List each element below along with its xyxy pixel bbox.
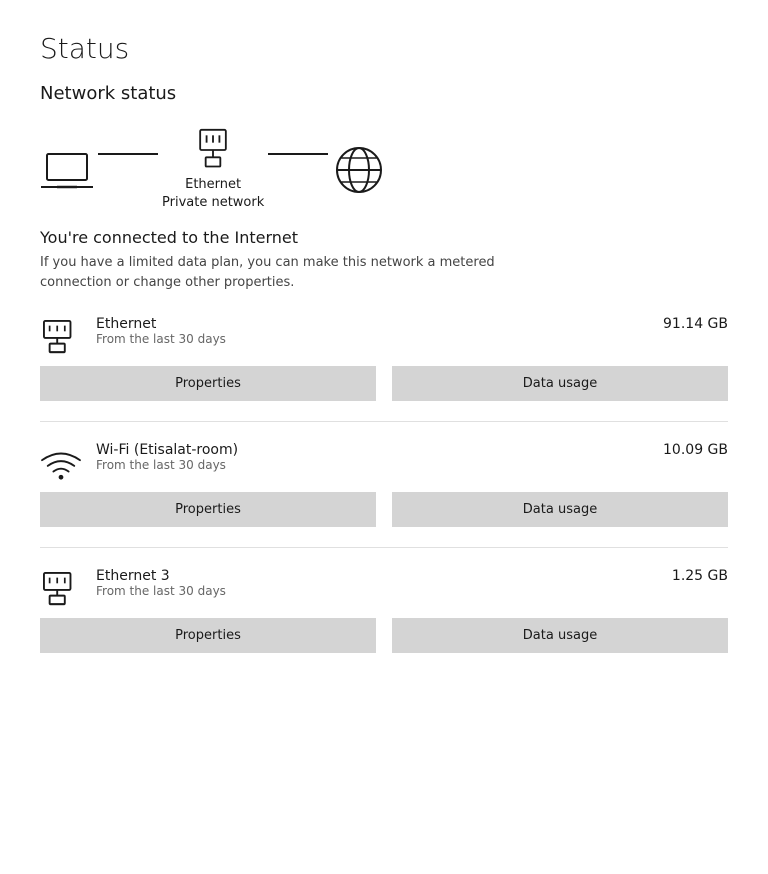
button-row: Properties Data usage <box>40 618 728 653</box>
network-text: Ethernet From the last 30 days <box>96 316 226 346</box>
ethernet-icon-container: Ethernet Private network <box>162 128 264 212</box>
network-sub: From the last 30 days <box>96 332 226 346</box>
connection-description: If you have a limited data plan, you can… <box>40 253 540 292</box>
ethernet-icon <box>186 128 240 172</box>
button-row: Properties Data usage <box>40 366 728 401</box>
globe-icon <box>332 148 386 192</box>
ethernet-icon <box>40 570 82 608</box>
network-item: Ethernet 3 From the last 30 days 1.25 GB… <box>40 568 728 653</box>
network-data-usage-value: 91.14 GB <box>663 316 728 332</box>
laptop-icon <box>40 148 94 192</box>
network-item: Ethernet From the last 30 days 91.14 GB … <box>40 316 728 401</box>
properties-button[interactable]: Properties <box>40 618 376 653</box>
network-text: Ethernet 3 From the last 30 days <box>96 568 226 598</box>
divider <box>40 547 728 548</box>
network-name: Ethernet 3 <box>96 568 226 584</box>
connection-status: You're connected to the Internet <box>40 228 728 247</box>
data-usage-button[interactable]: Data usage <box>392 366 728 401</box>
laptop-icon-container <box>40 148 94 192</box>
data-usage-button[interactable]: Data usage <box>392 618 728 653</box>
ethernet-icon <box>40 318 82 356</box>
divider <box>40 421 728 422</box>
section-title: Network status <box>40 83 728 104</box>
network-name: Wi-Fi (Etisalat-room) <box>96 442 238 458</box>
data-usage-button[interactable]: Data usage <box>392 492 728 527</box>
wifi-icon <box>40 444 82 482</box>
line-2 <box>268 153 328 155</box>
network-text: Wi-Fi (Etisalat-room) From the last 30 d… <box>96 442 238 472</box>
network-data-usage-value: 10.09 GB <box>663 442 728 458</box>
network-sub: From the last 30 days <box>96 458 238 472</box>
network-info-row: Ethernet From the last 30 days 91.14 GB <box>40 316 728 356</box>
network-name: Ethernet <box>96 316 226 332</box>
line-1 <box>98 153 158 155</box>
network-info-row: Ethernet 3 From the last 30 days 1.25 GB <box>40 568 728 608</box>
network-info-row: Wi-Fi (Etisalat-room) From the last 30 d… <box>40 442 728 482</box>
globe-icon-container <box>332 148 386 192</box>
properties-button[interactable]: Properties <box>40 492 376 527</box>
network-diagram: Ethernet Private network <box>40 128 728 212</box>
network-item: Wi-Fi (Etisalat-room) From the last 30 d… <box>40 442 728 527</box>
page-title: Status <box>40 32 728 65</box>
network-info-left: Ethernet 3 From the last 30 days <box>40 568 226 608</box>
ethernet-label: Ethernet Private network <box>162 176 264 212</box>
network-info-left: Wi-Fi (Etisalat-room) From the last 30 d… <box>40 442 238 482</box>
button-row: Properties Data usage <box>40 492 728 527</box>
properties-button[interactable]: Properties <box>40 366 376 401</box>
network-list: Ethernet From the last 30 days 91.14 GB … <box>40 316 728 653</box>
network-data-usage-value: 1.25 GB <box>672 568 728 584</box>
network-info-left: Ethernet From the last 30 days <box>40 316 226 356</box>
network-sub: From the last 30 days <box>96 584 226 598</box>
